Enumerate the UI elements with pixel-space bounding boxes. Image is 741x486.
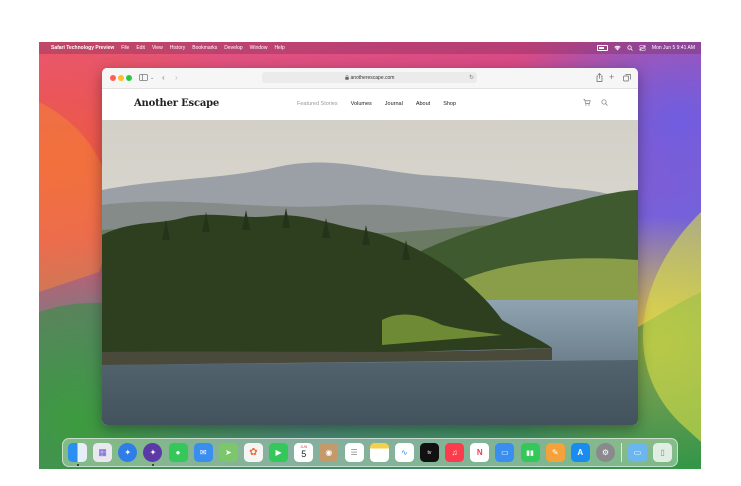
tab-overview-icon[interactable] [623, 74, 631, 82]
back-icon[interactable]: ‹ [162, 72, 165, 84]
dock: ▦ ✦ ✦ ● ✉ ➤ ✿ ▶ JUN 5 ◉ ☰ ∿ tv ♫ N ▭ ▮▮ … [62, 438, 678, 467]
nav-journal[interactable]: Journal [385, 101, 403, 107]
chevron-down-icon[interactable]: ⌄ [150, 72, 154, 84]
browser-toolbar: ⌄ ‹ › anotherescape.com ↻ + [102, 68, 638, 89]
spotlight-search-icon[interactable] [627, 45, 633, 51]
control-center-icon[interactable] [639, 45, 646, 51]
keynote-icon[interactable]: ▭ [495, 443, 515, 462]
lock-icon [344, 75, 349, 80]
menu-history[interactable]: History [170, 45, 186, 51]
launchpad-icon[interactable]: ▦ [93, 443, 113, 462]
pages-icon[interactable]: ✎ [545, 443, 565, 462]
trash-icon[interactable]: ▯ [653, 443, 673, 462]
site-nav: Featured Stories Volumes Journal About S… [297, 101, 456, 107]
site-logo[interactable]: Another Escape [134, 98, 219, 109]
nav-volumes[interactable]: Volumes [351, 101, 372, 107]
safari-window: ⌄ ‹ › anotherescape.com ↻ + Another Esca… [102, 68, 638, 425]
nav-featured-stories[interactable]: Featured Stories [297, 101, 338, 107]
desktop: Safari Technology Preview File Edit View… [39, 42, 701, 469]
menu-bookmarks[interactable]: Bookmarks [192, 45, 217, 51]
close-button[interactable] [110, 75, 116, 81]
messages-icon[interactable]: ● [168, 443, 188, 462]
site-header: Another Escape Featured Stories Volumes … [102, 89, 638, 121]
address-bar[interactable]: anotherescape.com [262, 72, 477, 83]
menu-develop[interactable]: Develop [224, 45, 242, 51]
freeform-icon[interactable]: ∿ [394, 443, 414, 462]
calendar-day: 5 [301, 449, 307, 459]
minimize-button[interactable] [118, 75, 124, 81]
running-indicator [76, 464, 79, 466]
menu-help[interactable]: Help [274, 45, 284, 51]
notes-icon[interactable] [369, 443, 389, 462]
system-settings-icon[interactable]: ⚙ [595, 443, 615, 462]
menu-edit[interactable]: Edit [136, 45, 145, 51]
mail-icon[interactable]: ✉ [193, 443, 213, 462]
zoom-button[interactable] [126, 75, 132, 81]
forward-icon[interactable]: › [175, 72, 178, 84]
search-icon[interactable] [601, 99, 608, 106]
finder-icon[interactable] [68, 443, 87, 466]
news-icon[interactable]: N [470, 443, 490, 462]
running-indicator [151, 464, 154, 466]
contacts-icon[interactable]: ◉ [319, 443, 339, 462]
safari-icon[interactable]: ✦ [118, 443, 138, 462]
menu-window[interactable]: Window [250, 45, 268, 51]
maps-icon[interactable]: ➤ [218, 443, 238, 462]
menu-bar: Safari Technology Preview File Edit View… [39, 42, 701, 54]
music-icon[interactable]: ♫ [445, 443, 465, 462]
app-store-icon[interactable]: A [570, 443, 590, 462]
url-text: anotherescape.com [350, 74, 395, 81]
sidebar-toggle-icon[interactable] [139, 74, 148, 81]
dock-separator [621, 443, 622, 462]
site-tools [583, 99, 608, 106]
menu-view[interactable]: View [152, 45, 163, 51]
menu-app-name[interactable]: Safari Technology Preview [51, 45, 114, 51]
tv-icon[interactable]: tv [419, 443, 439, 462]
facetime-icon[interactable]: ▶ [269, 443, 289, 462]
nav-about[interactable]: About [416, 101, 430, 107]
calendar-icon[interactable]: JUN 5 [294, 443, 314, 462]
battery-icon[interactable] [596, 45, 608, 51]
downloads-folder-icon[interactable]: ▭ [627, 443, 647, 462]
menu-clock[interactable]: Mon Jun 5 9:41 AM [652, 45, 695, 51]
cart-icon[interactable] [583, 99, 591, 106]
reload-icon[interactable]: ↻ [469, 72, 474, 84]
new-tab-icon[interactable]: + [609, 71, 614, 83]
numbers-icon[interactable]: ▮▮ [520, 443, 540, 462]
wifi-icon[interactable] [614, 45, 621, 51]
photos-icon[interactable]: ✿ [243, 443, 263, 462]
hero-landscape-image [102, 120, 638, 425]
share-icon[interactable] [596, 73, 603, 82]
menu-file[interactable]: File [121, 45, 129, 51]
safari-technology-preview-icon[interactable]: ✦ [143, 443, 163, 466]
menu-extras: Mon Jun 5 9:41 AM [596, 45, 701, 51]
nav-shop[interactable]: Shop [443, 101, 456, 107]
reminders-icon[interactable]: ☰ [344, 443, 364, 462]
